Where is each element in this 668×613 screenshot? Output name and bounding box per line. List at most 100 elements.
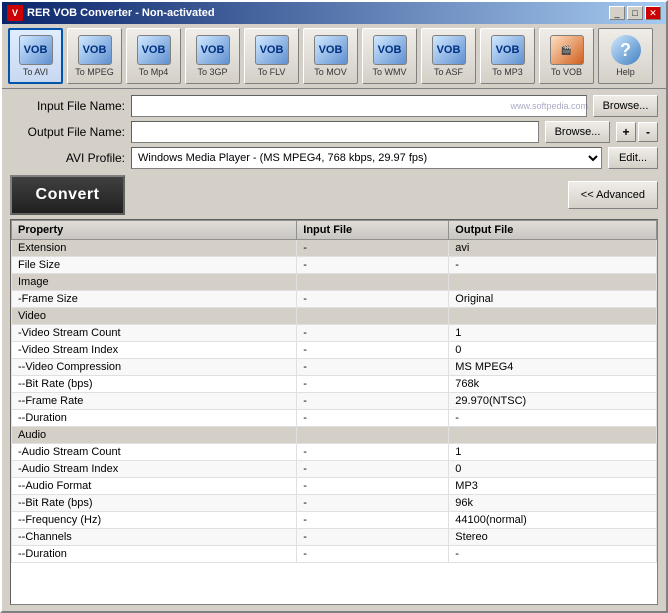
input-cell: - [297, 393, 449, 410]
vob-avi-icon: VOB [19, 35, 53, 65]
output-cell [449, 427, 657, 444]
input-cell: - [297, 546, 449, 563]
output-cell: MP3 [449, 478, 657, 495]
toolbar-to-flv[interactable]: VOB To FLV [244, 28, 299, 84]
property-cell: --Video Compression [12, 359, 297, 376]
toolbar-to-asf[interactable]: VOB To ASF [421, 28, 476, 84]
property-cell: --Bit Rate (bps) [12, 495, 297, 512]
advanced-button[interactable]: << Advanced [568, 181, 658, 209]
input-browse-button[interactable]: Browse... [593, 95, 658, 117]
app-icon: V [7, 5, 23, 21]
main-content: Input File Name: www.softpedia.com Brows… [2, 89, 666, 611]
input-file-row: Input File Name: www.softpedia.com Brows… [10, 95, 658, 117]
output-file-row: Output File Name: Browse... + - [10, 121, 658, 143]
output-cell: 1 [449, 325, 657, 342]
table-row: Audio [12, 427, 657, 444]
output-cell: 768k [449, 376, 657, 393]
property-cell: -Video Stream Index [12, 342, 297, 359]
input-cell [297, 427, 449, 444]
action-row: Convert << Advanced [10, 175, 658, 215]
add-output-button[interactable]: + [616, 122, 636, 142]
vob-mp4-icon: VOB [137, 35, 171, 65]
toolbar-to-3gp-label: To 3GP [197, 67, 227, 77]
toolbar-to-mp3[interactable]: VOB To MP3 [480, 28, 535, 84]
toolbar-to-flv-label: To FLV [258, 67, 286, 77]
toolbar-to-vob-label: To VOB [551, 67, 582, 77]
table-row: --Frame Rate - 29.970(NTSC) [12, 393, 657, 410]
col-input-file: Input File [297, 221, 449, 240]
vob-mp3-icon: VOB [491, 35, 525, 65]
toolbar-to-mp3-label: To MP3 [492, 67, 523, 77]
output-cell [449, 274, 657, 291]
table-body: Extension - avi File Size - - Image -Fra… [12, 240, 657, 563]
output-file-field[interactable] [131, 121, 539, 143]
toolbar-to-mp4-label: To Mp4 [139, 67, 169, 77]
property-cell: --Frame Rate [12, 393, 297, 410]
close-button[interactable]: ✕ [645, 6, 661, 20]
vob-wmv-icon: VOB [373, 35, 407, 65]
property-cell: Audio [12, 427, 297, 444]
property-cell: -Audio Stream Count [12, 444, 297, 461]
toolbar-to-wmv-label: To WMV [372, 67, 406, 77]
property-cell: -Frame Size [12, 291, 297, 308]
convert-button[interactable]: Convert [10, 175, 125, 215]
input-cell: - [297, 461, 449, 478]
table-header-row: Property Input File Output File [12, 221, 657, 240]
table-row: --Video Compression - MS MPEG4 [12, 359, 657, 376]
output-cell: avi [449, 240, 657, 257]
toolbar-to-3gp[interactable]: VOB To 3GP [185, 28, 240, 84]
toolbar-to-mpeg[interactable]: VOB To MPEG [67, 28, 122, 84]
table-row: Image [12, 274, 657, 291]
property-cell: --Bit Rate (bps) [12, 376, 297, 393]
output-browse-button[interactable]: Browse... [545, 121, 610, 143]
property-cell: -Audio Stream Index [12, 461, 297, 478]
input-cell: - [297, 512, 449, 529]
table-row: -Frame Size - Original [12, 291, 657, 308]
profile-row: AVI Profile: Windows Media Player - (MS … [10, 147, 658, 169]
property-cell: Image [12, 274, 297, 291]
window-title: RER VOB Converter - Non-activated [27, 7, 215, 19]
toolbar-to-mp4[interactable]: VOB To Mp4 [126, 28, 181, 84]
help-label: Help [616, 67, 635, 77]
property-cell: --Frequency (Hz) [12, 512, 297, 529]
property-cell: -Video Stream Count [12, 325, 297, 342]
toolbar-to-avi[interactable]: VOB To AVI [8, 28, 63, 84]
output-cell: - [449, 410, 657, 427]
output-cell: 0 [449, 342, 657, 359]
profile-label: AVI Profile: [10, 151, 125, 165]
toolbar-to-vob[interactable]: 🎬 To VOB [539, 28, 594, 84]
vob-flv-icon: VOB [255, 35, 289, 65]
toolbar-to-mov[interactable]: VOB To MOV [303, 28, 358, 84]
output-cell [449, 308, 657, 325]
vob-mov-icon: VOB [314, 35, 348, 65]
vob-tovob-icon: 🎬 [550, 35, 584, 65]
input-cell: - [297, 444, 449, 461]
input-cell: - [297, 342, 449, 359]
toolbar-to-wmv[interactable]: VOB To WMV [362, 28, 417, 84]
output-cell: Original [449, 291, 657, 308]
toolbar-to-mpeg-label: To MPEG [75, 67, 114, 77]
output-file-label: Output File Name: [10, 125, 125, 139]
input-cell: - [297, 495, 449, 512]
remove-output-button[interactable]: - [638, 122, 658, 142]
edit-profile-button[interactable]: Edit... [608, 147, 658, 169]
title-bar-left: V RER VOB Converter - Non-activated [7, 5, 215, 21]
maximize-button[interactable]: □ [627, 6, 643, 20]
output-file-buttons: + - [616, 122, 658, 142]
help-icon: ? [611, 35, 641, 65]
table-row: --Channels - Stereo [12, 529, 657, 546]
table-row: -Audio Stream Index - 0 [12, 461, 657, 478]
input-file-field[interactable] [131, 95, 587, 117]
table-row: --Bit Rate (bps) - 96k [12, 495, 657, 512]
minimize-button[interactable]: _ [609, 6, 625, 20]
table-row: --Frequency (Hz) - 44100(normal) [12, 512, 657, 529]
input-cell: - [297, 478, 449, 495]
main-window: V RER VOB Converter - Non-activated _ □ … [0, 0, 668, 613]
output-cell: - [449, 257, 657, 274]
help-button[interactable]: ? Help [598, 28, 653, 84]
property-cell: File Size [12, 257, 297, 274]
input-cell [297, 308, 449, 325]
profile-select[interactable]: Windows Media Player - (MS MPEG4, 768 kb… [131, 147, 602, 169]
input-cell: - [297, 291, 449, 308]
table-row: --Duration - - [12, 410, 657, 427]
